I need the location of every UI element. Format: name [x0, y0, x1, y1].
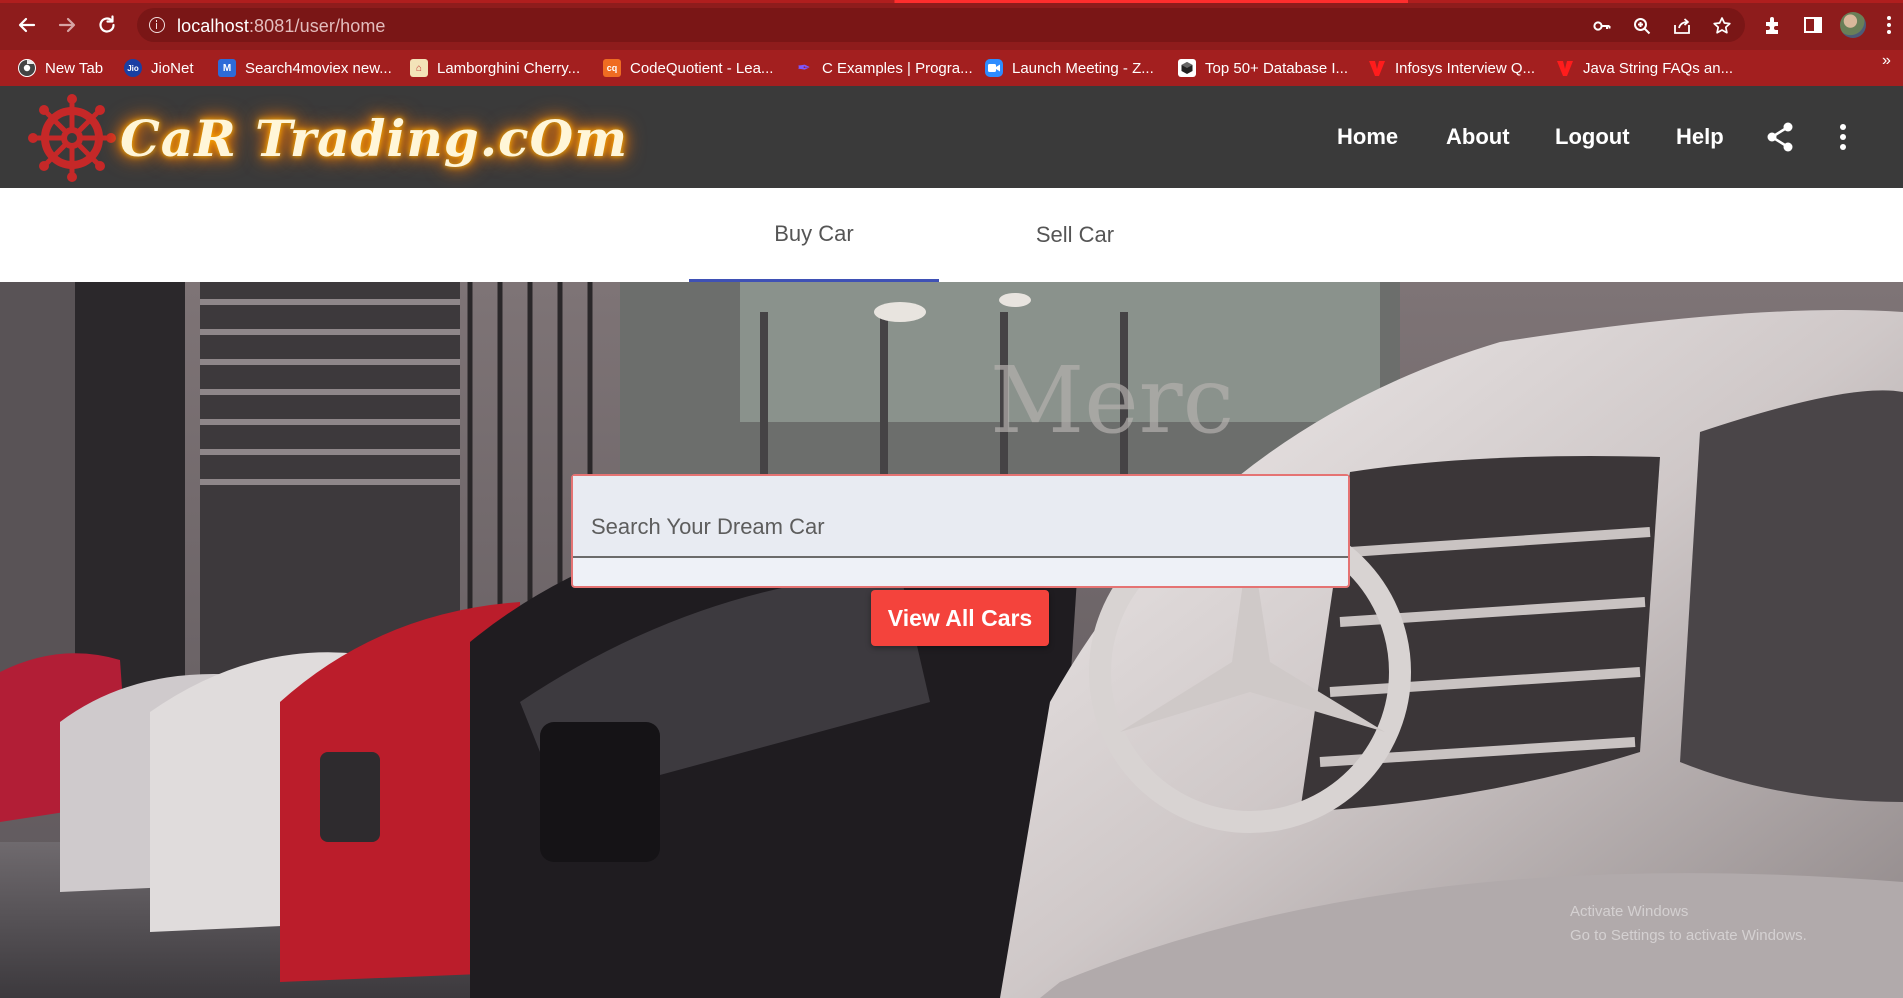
bookmark-new-tab[interactable]: New Tab — [18, 58, 103, 78]
zoom-icon[interactable] — [1632, 16, 1652, 36]
watermark-line-2: Go to Settings to activate Windows. — [1570, 927, 1807, 944]
tab-buy-car[interactable]: Buy Car — [689, 188, 939, 282]
v-icon — [1556, 59, 1574, 77]
bookmark-label: Top 50+ Database I... — [1205, 59, 1349, 77]
back-icon[interactable] — [14, 12, 40, 38]
bookmark-label: New Tab — [45, 59, 104, 77]
svg-text:Merc: Merc — [990, 347, 1234, 454]
m-icon: M — [218, 59, 236, 77]
nav-help[interactable]: Help — [1676, 124, 1724, 150]
address-bar[interactable]: localhost:8081/user/home — [137, 8, 1745, 42]
hero-section: Merc View All Cars Activate Windows Go t… — [0, 282, 1903, 998]
store-icon: ⌂ — [410, 59, 428, 77]
bookmark-label: Lamborghini Cherry... — [437, 59, 581, 77]
chrome-icon — [18, 59, 36, 77]
bookmark-label: C Examples | Progra... — [822, 59, 973, 77]
nav-logout[interactable]: Logout — [1555, 124, 1630, 150]
site-logo[interactable]: CaR Trading.cOm — [28, 94, 629, 182]
bookmark-search4moviex[interactable]: M Search4moviex new... — [218, 58, 392, 78]
extensions-icon[interactable] — [1760, 12, 1786, 38]
share-page-icon[interactable] — [1672, 16, 1692, 36]
tab-strip-accent — [0, 0, 1903, 3]
search-container — [571, 474, 1350, 588]
bookmark-top-50-database[interactable]: Top 50+ Database I... — [1178, 58, 1348, 78]
url-text[interactable]: localhost:8081/user/home — [177, 16, 386, 37]
bookmark-lamborghini[interactable]: ⌂ Lamborghini Cherry... — [410, 58, 580, 78]
bookmark-codequotient[interactable]: cq CodeQuotient - Lea... — [603, 58, 773, 78]
reload-icon[interactable] — [94, 12, 120, 38]
cq-icon: cq — [603, 59, 621, 77]
logo-text: CaR Trading.cOm — [120, 108, 629, 168]
more-bookmarks-button[interactable]: » — [1882, 52, 1891, 70]
pen-icon: ✒ — [797, 60, 811, 77]
url-path: :8081/user/home — [248, 16, 386, 36]
share-icon[interactable] — [1763, 120, 1797, 154]
ship-wheel-icon — [28, 94, 116, 182]
bookmark-label: Java String FAQs an... — [1583, 59, 1734, 77]
bookmark-infosys[interactable]: Infosys Interview Q... — [1368, 58, 1535, 78]
bookmark-jionet[interactable]: Jio JioNet — [124, 58, 194, 78]
bookmark-label: CodeQuotient - Lea... — [630, 59, 774, 77]
bookmark-label: JioNet — [151, 59, 194, 77]
side-panel-icon[interactable] — [1800, 12, 1826, 38]
buy-sell-tabs: Buy Car Sell Car — [0, 188, 1903, 282]
jio-icon: Jio — [124, 59, 142, 77]
bookmarks-bar: New Tab Jio JioNet M Search4moviex new..… — [0, 50, 1903, 86]
key-icon[interactable] — [1592, 16, 1612, 36]
chrome-menu-icon[interactable] — [1876, 12, 1902, 38]
site-info-icon[interactable] — [149, 17, 165, 33]
bookmark-label: Infosys Interview Q... — [1395, 59, 1536, 77]
bookmark-launch-meeting[interactable]: Launch Meeting - Z... — [985, 58, 1154, 78]
windows-activation-watermark: Activate Windows Go to Settings to activ… — [1570, 900, 1807, 948]
app-header: CaR Trading.cOm Home About Logout Help — [0, 86, 1903, 188]
cube-icon — [1178, 59, 1196, 77]
bookmark-java-string[interactable]: Java String FAQs an... — [1556, 58, 1733, 78]
nav-home[interactable]: Home — [1337, 124, 1398, 150]
search-input[interactable] — [573, 476, 1348, 558]
tab-sell-car[interactable]: Sell Car — [939, 188, 1211, 282]
url-host: localhost — [177, 16, 249, 36]
forward-icon[interactable] — [54, 12, 80, 38]
bookmark-star-icon[interactable] — [1712, 16, 1732, 36]
bookmark-c-examples[interactable]: ✒ C Examples | Progra... — [795, 58, 973, 78]
bookmark-label: Search4moviex new... — [245, 59, 392, 77]
view-all-cars-button[interactable]: View All Cars — [871, 590, 1049, 646]
bookmark-label: Launch Meeting - Z... — [1012, 59, 1154, 77]
browser-toolbar: localhost:8081/user/home — [0, 0, 1903, 50]
profile-avatar[interactable] — [1840, 12, 1866, 38]
nav-about[interactable]: About — [1446, 124, 1510, 150]
v-icon — [1368, 59, 1386, 77]
watermark-line-1: Activate Windows — [1570, 903, 1689, 920]
more-vert-icon[interactable] — [1826, 120, 1860, 154]
zoom-video-icon — [985, 59, 1003, 77]
